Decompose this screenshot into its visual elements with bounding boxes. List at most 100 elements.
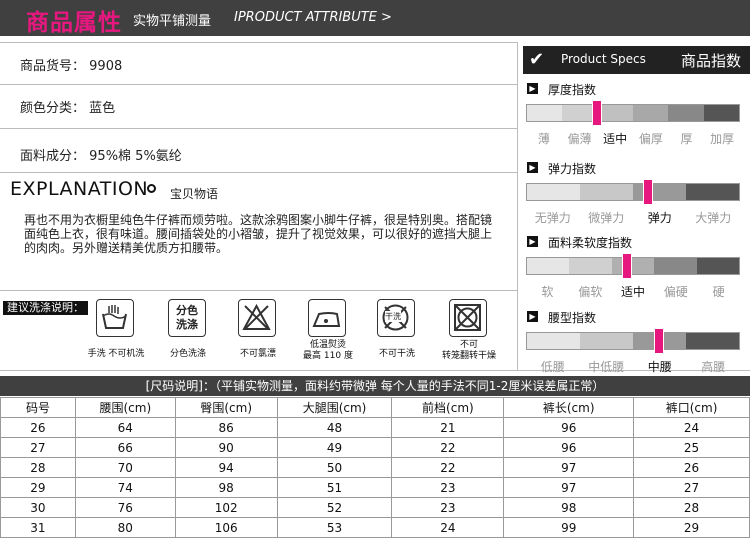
index-level-label: 薄: [537, 132, 550, 146]
table-cell: 97: [503, 477, 635, 498]
table-cell: 51: [276, 477, 393, 498]
table-cell: 21: [391, 417, 505, 438]
table-cell: 96: [503, 437, 635, 458]
bar-segment: [580, 333, 633, 349]
explanation-subtitle: 宝贝物语: [170, 187, 219, 201]
arrow-right-icon: ▶: [527, 162, 538, 173]
bar-segment: [696, 258, 740, 274]
table-cell: 64: [74, 417, 176, 438]
index-marker: [591, 100, 602, 126]
product-description: 再也不用为衣橱里纯色牛仔裤而烦劳啦。这款涂鸦图案小脚牛仔裤，很是特别奥。搭配镜面…: [24, 213, 493, 255]
wash-caption: 不可 转笼翻转干燥: [441, 340, 496, 361]
table-cell: 29: [633, 517, 750, 538]
index-level-label: 大弹力: [695, 211, 732, 225]
table-cell: 98: [174, 477, 278, 498]
table-cell: 22: [391, 457, 505, 478]
color-row: 颜色分类： 蓝色: [20, 97, 115, 116]
column-header: 码号: [0, 397, 76, 418]
table-cell: 94: [174, 457, 278, 478]
index-level-label: 弹力: [647, 211, 672, 225]
table-cell: 26: [0, 417, 76, 438]
table-row: 31 80 106 53 24 99 29: [0, 517, 750, 538]
column-header: 腰围(cm): [74, 397, 176, 418]
low-iron-icon: [308, 299, 346, 337]
no-tumble-dry-icon: [449, 299, 487, 337]
wash-caption: 手洗 不可机洗: [87, 349, 145, 359]
index-level-label: 适中: [603, 132, 628, 146]
size-table: 码号 腰围(cm) 臀围(cm) 大腿围(cm) 前档(cm) 裤长(cm) 裤口(cm) …: [0, 397, 750, 538]
wash-caption: 分色洗涤: [169, 349, 206, 359]
separate-wash-icon: 分色 洗涤: [168, 299, 206, 337]
table-cell: 25: [633, 437, 750, 458]
column-header: 臀围(cm): [174, 397, 278, 418]
arrow-right-icon: ▶: [527, 236, 538, 247]
index-bar: [526, 183, 740, 201]
size-table-header: 码号 腰围(cm) 臀围(cm) 大腿围(cm) 前档(cm) 裤长(cm) 裤口(cm): [0, 397, 750, 418]
index-level-label: 加厚: [710, 132, 735, 146]
divider: [0, 172, 517, 173]
item-number-row: 商品货号： 9908: [20, 55, 122, 74]
table-cell: 49: [276, 437, 393, 458]
column-header: 裤口(cm): [633, 397, 750, 418]
column-header: 前档(cm): [391, 397, 505, 418]
table-cell: 80: [74, 517, 176, 538]
color-label: 颜色分类：: [20, 101, 86, 116]
index-level-label: 微弹力: [588, 211, 625, 225]
table-cell: 23: [391, 477, 505, 498]
table-row: 26 64 86 48 21 96 24: [0, 417, 750, 438]
table-cell: 52: [276, 497, 393, 518]
bar-segment: [527, 333, 580, 349]
index-level-label: 中低腰: [588, 360, 625, 374]
table-cell: 29: [0, 477, 76, 498]
table-cell: 28: [633, 497, 750, 518]
header-title: 商品属性: [26, 10, 122, 36]
index-level-label: 硬: [712, 285, 725, 299]
table-cell: 24: [391, 517, 505, 538]
table-cell: 106: [174, 517, 278, 538]
table-cell: 26: [633, 457, 750, 478]
table-cell: 102: [174, 497, 278, 518]
table-cell: 48: [276, 417, 393, 438]
table-cell: 98: [503, 497, 635, 518]
table-cell: 66: [74, 437, 176, 458]
index-level-label: 偏厚: [638, 132, 663, 146]
table-cell: 90: [174, 437, 278, 458]
index-level-label: 无弹力: [534, 211, 571, 225]
item-number-value: 9908: [89, 59, 123, 74]
table-row: 27 66 90 49 22 96 25: [0, 437, 750, 458]
bar-segment: [686, 333, 739, 349]
column-header: 裤长(cm): [503, 397, 635, 418]
index-marker: [621, 253, 632, 279]
bar-segment: [527, 105, 563, 121]
index-level-label: 中腰: [647, 360, 672, 374]
table-cell: 96: [503, 417, 635, 438]
fabric-row: 面料成分： 95%棉 5%氨纶: [20, 145, 182, 164]
header-subtitle-en: IPRODUCT ATTRIBUTE >: [234, 10, 392, 25]
table-cell: 30: [0, 497, 76, 518]
index-marker: [653, 328, 664, 354]
no-bleach-icon: [238, 299, 276, 337]
bar-segment: [527, 184, 580, 200]
index-title: 面料柔软度指数: [548, 236, 633, 250]
index-bar: [526, 104, 740, 122]
fabric-value: 95%棉 5%氨纶: [89, 149, 182, 164]
table-cell: 27: [0, 437, 76, 458]
bar-segment: [703, 105, 739, 121]
wash-icon-text: 分色 洗涤: [176, 304, 198, 331]
wash-caption: 不可氯漂: [239, 349, 276, 359]
table-cell: 53: [276, 517, 393, 538]
checkmark-icon: ✔: [529, 49, 545, 70]
index-level-label: 偏硬: [663, 285, 688, 299]
table-row: 28 70 94 50 22 97 26: [0, 457, 750, 478]
explanation-title: EXPLANATION: [10, 178, 149, 200]
table-cell: 23: [391, 497, 505, 518]
table-cell: 70: [74, 457, 176, 478]
index-level-label: 低腰: [540, 360, 565, 374]
table-cell: 74: [74, 477, 176, 498]
size-table-caption: [尺码说明]：（平铺实物测量，面料约带微弹 每个人量的手法不同1-2厘米误差属正…: [0, 376, 750, 396]
table-cell: 99: [503, 517, 635, 538]
bar-segment: [597, 105, 633, 121]
table-cell: 86: [174, 417, 278, 438]
index-level-label: 软: [541, 285, 554, 299]
divider: [517, 42, 518, 370]
